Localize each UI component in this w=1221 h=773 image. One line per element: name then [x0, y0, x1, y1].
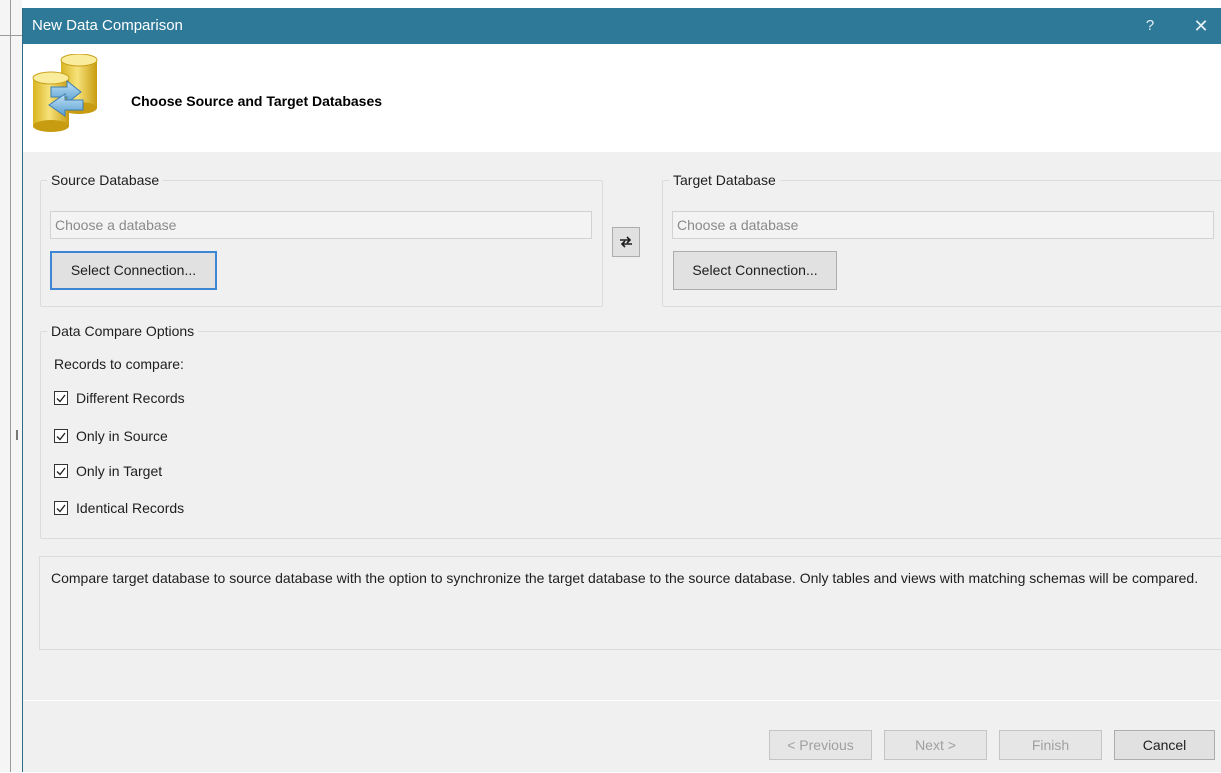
- checkmark-icon: [56, 394, 66, 402]
- checkbox-box: [54, 429, 68, 443]
- only-in-source-checkbox[interactable]: Only in Source: [54, 426, 168, 446]
- target-database-label: Target Database: [673, 172, 776, 188]
- background-window-edge: [0, 0, 22, 772]
- data-compare-options-label: Data Compare Options: [51, 323, 195, 339]
- background-divider: [10, 0, 11, 772]
- checkmark-icon: [56, 467, 66, 475]
- finish-button[interactable]: Finish: [999, 730, 1102, 760]
- data-compare-options-group: Data Compare Options: [40, 323, 1221, 539]
- source-database-label: Source Database: [51, 172, 160, 188]
- records-to-compare-label: Records to compare:: [54, 356, 184, 372]
- swap-databases-button[interactable]: [612, 227, 640, 257]
- cancel-button[interactable]: Cancel: [1114, 730, 1215, 760]
- database-compare-icon: [32, 54, 98, 132]
- close-button[interactable]: ✕: [1189, 14, 1213, 38]
- background-divider: [16, 430, 18, 440]
- checkbox-box: [54, 501, 68, 515]
- next-button[interactable]: Next >: [884, 730, 987, 760]
- title-bar: New Data Comparison ? ✕: [23, 8, 1221, 44]
- only-in-target-checkbox[interactable]: Only in Target: [54, 461, 162, 481]
- source-database-field[interactable]: Choose a database: [50, 211, 592, 239]
- checkbox-box: [54, 464, 68, 478]
- checkbox-label: Only in Source: [76, 428, 168, 444]
- page-title: Choose Source and Target Databases: [131, 93, 383, 109]
- target-database-field[interactable]: Choose a database: [672, 211, 1214, 239]
- background-divider: [0, 35, 22, 36]
- window-title: New Data Comparison: [32, 17, 183, 34]
- swap-arrows-icon: [620, 236, 632, 248]
- source-select-connection-button[interactable]: Select Connection...: [50, 251, 217, 290]
- identical-records-checkbox[interactable]: Identical Records: [54, 498, 184, 518]
- checkmark-icon: [56, 432, 66, 440]
- checkbox-label: Only in Target: [76, 463, 163, 479]
- background-window-top: [22, 0, 1221, 8]
- target-select-connection-button[interactable]: Select Connection...: [673, 251, 837, 290]
- different-records-checkbox[interactable]: Different Records: [54, 388, 185, 408]
- previous-button[interactable]: < Previous: [769, 730, 872, 760]
- help-button[interactable]: ?: [1138, 14, 1162, 38]
- checkbox-label: Identical Records: [76, 500, 185, 516]
- wizard-header: Choose Source and Target Databases: [23, 44, 1221, 152]
- checkmark-icon: [56, 504, 66, 512]
- new-data-comparison-dialog: New Data Comparison ? ✕ Choose Source an…: [22, 8, 1221, 772]
- checkbox-label: Different Records: [76, 390, 185, 406]
- checkbox-box: [54, 391, 68, 405]
- description-text: Compare target database to source databa…: [39, 556, 1221, 650]
